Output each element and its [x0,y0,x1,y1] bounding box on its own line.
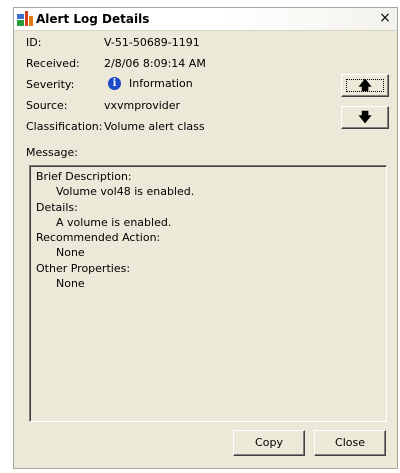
close-button[interactable]: Close [314,430,386,456]
severity-value-group: i Information [104,77,193,90]
message-heading: Brief Description: [36,170,132,183]
message-body-line: None [56,246,85,260]
app-icon [17,11,33,26]
source-label: Source: [26,99,68,112]
message-body-line: A volume is enabled. [56,215,172,229]
message-text-area[interactable]: Brief Description: Volume vol48 is enable… [29,165,387,422]
close-icon[interactable]: × [377,10,393,26]
received-label: Received: [26,57,80,70]
severity-label: Severity: [26,78,75,91]
id-label: ID: [26,36,42,49]
next-alert-button[interactable]: 🡇 [341,106,389,129]
info-icon: i [108,77,121,90]
classification-label: Classification: [26,120,103,133]
message-heading: Recommended Action: [36,231,161,245]
arrow-down-icon: 🡇 [358,110,372,125]
source-value: vxvmprovider [104,99,181,112]
received-value: 2/8/06 8:09:14 AM [104,57,206,70]
id-value: V-51-50689-1191 [104,36,200,49]
title-bar[interactable]: Alert Log Details × [14,8,397,31]
arrow-up-icon: 🡅 [358,78,372,93]
severity-value: Information [129,77,193,90]
message-label: Message: [26,146,78,159]
window-title: Alert Log Details [36,12,150,26]
alert-log-details-dialog: Alert Log Details × ID: V-51-50689-1191 … [13,7,398,469]
message-heading: Other Properties: [36,261,131,275]
message-body-line: None [56,277,85,291]
previous-alert-button[interactable]: 🡅 [341,74,389,97]
copy-button[interactable]: Copy [233,430,305,456]
message-heading: Details: [36,200,78,214]
message-body-line: Volume vol48 is enabled. [56,185,195,199]
classification-value: Volume alert class [104,120,205,133]
